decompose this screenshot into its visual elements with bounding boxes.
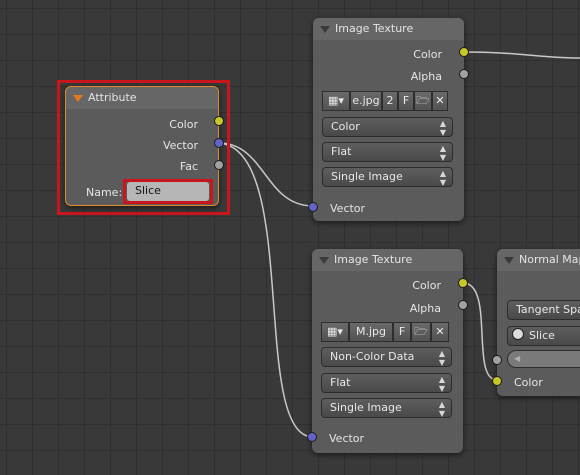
socket-alpha-out[interactable]: [459, 69, 469, 79]
node-editor-canvas[interactable]: [0, 0, 580, 475]
color-space-dropdown[interactable]: Color ▲ ▼: [322, 117, 453, 137]
image-datablock-row: ▦▾ e.jpg 2 F 🗁 ✕: [322, 91, 448, 111]
input-vector-label: Vector: [329, 432, 365, 445]
name-label: Name:: [86, 186, 123, 199]
image-users-count[interactable]: 2: [382, 91, 398, 111]
socket-color-in[interactable]: [492, 376, 502, 386]
image-texture-node-2[interactable]: Image Texture Color Alpha ▦▾ M.jpg F 🗁 ✕…: [312, 249, 463, 453]
fake-user-button[interactable]: F: [393, 322, 411, 342]
socket-color-out[interactable]: [214, 116, 224, 126]
source-dropdown[interactable]: Single Image ▲ ▼: [321, 398, 452, 418]
updown-arrows-icon: ▲ ▼: [439, 119, 446, 137]
socket-strength-in[interactable]: [492, 355, 502, 365]
projection-dropdown[interactable]: Flat ▲ ▼: [322, 142, 453, 162]
uv-map-field[interactable]: Slice: [507, 326, 580, 346]
collapse-triangle-icon[interactable]: [504, 257, 514, 264]
color-space-dropdown[interactable]: Non-Color Data ▲ ▼: [321, 347, 452, 367]
node-title: Normal Map: [519, 253, 580, 266]
node-title: Image Texture: [335, 22, 414, 35]
image-name-field[interactable]: M.jpg: [349, 322, 393, 342]
open-image-folder-icon[interactable]: 🗁: [411, 322, 431, 342]
collapse-triangle-icon[interactable]: [73, 95, 83, 102]
normal-map-header[interactable]: Normal Map: [497, 249, 580, 271]
image-datablock-row: ▦▾ M.jpg F 🗁 ✕: [321, 322, 449, 342]
output-vector-label: Vector: [162, 139, 198, 152]
updown-arrows-icon: ▲ ▼: [439, 144, 446, 162]
updown-arrows-icon: ▲ ▼: [438, 400, 445, 418]
node-title: Image Texture: [334, 253, 413, 266]
collapse-triangle-icon[interactable]: [319, 257, 329, 264]
slider-left-arrow-icon[interactable]: ◀: [514, 354, 520, 363]
input-vector-label: Vector: [330, 202, 366, 215]
collapse-triangle-icon[interactable]: [320, 26, 330, 33]
output-color-label: Color: [169, 118, 198, 131]
image-texture-2-header[interactable]: Image Texture: [312, 249, 463, 271]
updown-arrows-icon: ▲ ▼: [438, 349, 445, 367]
output-color-label: Color: [413, 48, 442, 61]
socket-fac-out[interactable]: [214, 160, 224, 170]
strength-slider[interactable]: ◀: [507, 350, 580, 368]
image-name-field[interactable]: e.jpg: [350, 91, 382, 111]
projection-dropdown[interactable]: Flat ▲ ▼: [321, 373, 452, 393]
space-dropdown[interactable]: Tangent Space: [507, 300, 580, 320]
socket-color-out[interactable]: [459, 47, 469, 57]
output-alpha-label: Alpha: [410, 70, 442, 83]
image-browse-button[interactable]: ▦▾: [321, 322, 349, 342]
input-color-label: Color: [514, 376, 543, 389]
open-image-folder-icon[interactable]: 🗁: [414, 91, 432, 111]
unlink-image-close-icon[interactable]: ✕: [431, 322, 449, 342]
socket-color-out[interactable]: [458, 278, 468, 288]
output-fac-label: Fac: [179, 160, 198, 173]
output-color-label: Color: [412, 279, 441, 292]
attribute-node-header[interactable]: Attribute: [66, 87, 218, 109]
attribute-name-input[interactable]: Slice: [127, 182, 209, 201]
source-dropdown[interactable]: Single Image ▲ ▼: [322, 167, 453, 187]
socket-alpha-out[interactable]: [458, 300, 468, 310]
socket-vector-out[interactable]: [214, 138, 224, 148]
node-title: Attribute: [88, 91, 137, 104]
uv-map-icon: [512, 328, 524, 340]
output-alpha-label: Alpha: [409, 302, 441, 315]
updown-arrows-icon: ▲ ▼: [439, 169, 446, 187]
socket-vector-in[interactable]: [307, 432, 317, 442]
updown-arrows-icon: ▲ ▼: [438, 375, 445, 393]
image-browse-button[interactable]: ▦▾: [322, 91, 350, 111]
socket-vector-in[interactable]: [308, 202, 318, 212]
normal-map-node[interactable]: Normal Map Tangent Space Slice ◀ Color: [497, 249, 580, 396]
image-texture-node-1[interactable]: Image Texture Color Alpha ▦▾ e.jpg 2 F 🗁…: [313, 18, 464, 221]
fake-user-button[interactable]: F: [398, 91, 414, 111]
image-texture-1-header[interactable]: Image Texture: [313, 18, 464, 40]
unlink-image-close-icon[interactable]: ✕: [432, 91, 448, 111]
